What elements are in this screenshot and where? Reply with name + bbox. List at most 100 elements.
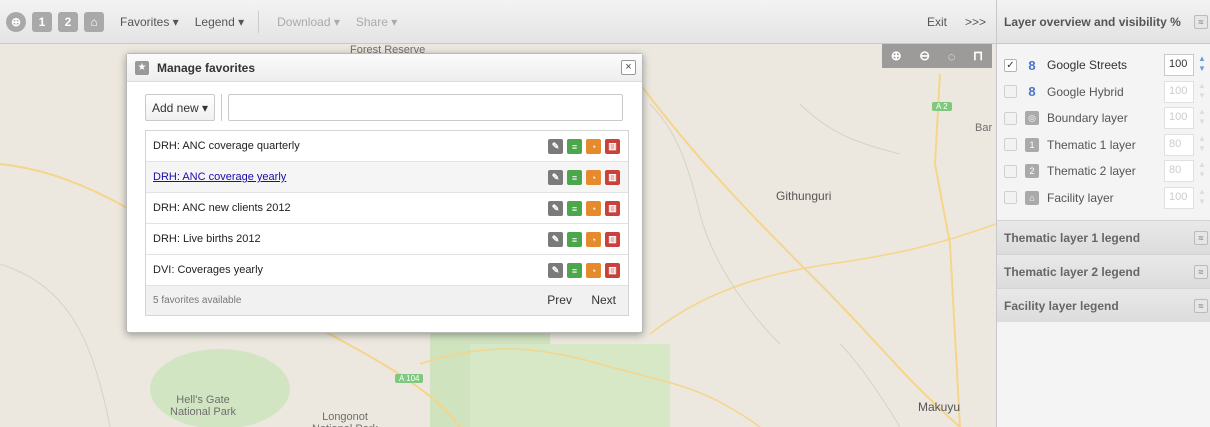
measure-icon[interactable]: ⊓ xyxy=(973,48,983,64)
delete-icon[interactable]: ▥ xyxy=(605,263,620,278)
list-icon[interactable]: ≡ xyxy=(567,139,582,154)
thematic-1-button[interactable]: 1 xyxy=(32,11,52,32)
favorite-actions: ✎ ≡ ◔ ▥ xyxy=(544,170,620,185)
opacity-spinner-icon[interactable]: ▲ ▼ xyxy=(1195,160,1209,182)
thematic-2-button[interactable]: 2 xyxy=(58,11,78,32)
pie-chart-icon[interactable]: ◔ xyxy=(586,232,601,247)
facility-button[interactable]: ⌂ xyxy=(84,11,104,32)
exit-link[interactable]: Exit xyxy=(927,15,947,29)
favorite-row[interactable]: DRH: ANC new clients 2012 ✎ ≡ ◔ ▥ xyxy=(146,193,628,224)
add-favorite-row: Add new ▾ xyxy=(145,94,623,121)
map-label-makuyu: Makuyu xyxy=(918,400,961,414)
edit-icon[interactable]: ✎ xyxy=(548,263,563,278)
opacity-spinner-icon[interactable]: ▲ ▼ xyxy=(1195,54,1209,76)
locate-icon[interactable]: ◌ xyxy=(948,49,956,64)
pie-chart-icon[interactable]: ◔ xyxy=(586,170,601,185)
section-title: Facility layer legend xyxy=(1004,298,1119,313)
opacity-field[interactable]: 80 xyxy=(1164,160,1194,182)
expand-icon[interactable]: ≈ xyxy=(1194,230,1208,245)
expand-icon[interactable]: ≈ xyxy=(1194,264,1208,279)
favorite-name[interactable]: DVI: Coverages yearly xyxy=(153,264,263,276)
section-facility-legend[interactable]: Facility layer legend ≈ xyxy=(997,288,1210,322)
edit-icon[interactable]: ✎ xyxy=(548,139,563,154)
road-badge-a2: A 2 xyxy=(932,102,952,111)
toolbar: ⊕ 1 2 ⌂ Favorites ▾ Legend ▾ Download ▾ … xyxy=(0,0,996,44)
layer-checkbox[interactable] xyxy=(1004,111,1017,125)
share-menu[interactable]: Share ▾ xyxy=(356,15,397,29)
dialog-title: Manage favorites xyxy=(157,60,256,75)
favorite-actions: ✎ ≡ ◔ ▥ xyxy=(544,263,620,278)
favorite-row[interactable]: DRH: Live births 2012 ✎ ≡ ◔ ▥ xyxy=(146,224,628,255)
layer-checkbox[interactable] xyxy=(1004,164,1017,178)
thematic-1-icon: 1 xyxy=(1025,137,1039,152)
favorite-row[interactable]: DVI: Coverages yearly ✎ ≡ ◔ ▥ xyxy=(146,255,628,286)
legend-menu[interactable]: Legend ▾ xyxy=(195,15,244,29)
layer-checkbox[interactable] xyxy=(1004,85,1017,99)
layer-checkbox[interactable] xyxy=(1004,138,1017,152)
opacity-field[interactable]: 100 xyxy=(1164,186,1194,209)
opacity-spinner-icon[interactable]: ▲ ▼ xyxy=(1195,187,1209,209)
layer-panel-header: Layer overview and visibility % ≈ xyxy=(997,0,1210,44)
opacity-spinner-icon[interactable]: ▲ ▼ xyxy=(1195,107,1209,129)
favorite-row[interactable]: DRH: ANC coverage quarterly ✎ ≡ ◔ ▥ xyxy=(146,131,628,162)
layer-row-google-hybrid: 8 Google Hybrid 100 ▲ ▼ xyxy=(997,79,1210,106)
favorite-name[interactable]: DRH: ANC coverage quarterly xyxy=(153,140,300,152)
favorite-row[interactable]: DRH: ANC coverage yearly ✎ ≡ ◔ ▥ xyxy=(146,162,628,193)
delete-icon[interactable]: ▥ xyxy=(605,170,620,185)
section-thematic-1-legend[interactable]: Thematic layer 1 legend ≈ xyxy=(997,220,1210,254)
list-icon[interactable]: ≡ xyxy=(567,170,582,185)
expand-icon[interactable]: ≈ xyxy=(1194,298,1208,313)
zoom-out-icon[interactable]: ⊖ xyxy=(919,48,930,64)
favorites-table: DRH: ANC coverage quarterly ✎ ≡ ◔ ▥ DRH:… xyxy=(145,130,629,316)
close-icon[interactable]: × xyxy=(621,60,636,75)
zoom-in-icon[interactable]: ⊕ xyxy=(891,48,902,64)
edit-icon[interactable]: ✎ xyxy=(548,232,563,247)
layer-name: Google Hybrid xyxy=(1047,84,1124,99)
list-icon[interactable]: ≡ xyxy=(567,263,582,278)
opacity-field[interactable]: 100 xyxy=(1164,107,1194,129)
collapse-icon[interactable]: ≈ xyxy=(1194,14,1208,29)
delete-icon[interactable]: ▥ xyxy=(605,139,620,154)
globe-icon[interactable]: ⊕ xyxy=(6,11,26,32)
favorite-actions: ✎ ≡ ◔ ▥ xyxy=(544,232,620,247)
pie-chart-icon[interactable]: ◔ xyxy=(586,263,601,278)
layer-checkbox[interactable]: ✓ xyxy=(1004,58,1017,72)
download-menu[interactable]: Download ▾ xyxy=(277,15,340,29)
favorite-actions: ✎ ≡ ◔ ▥ xyxy=(544,139,620,154)
favorite-name[interactable]: DRH: ANC coverage yearly xyxy=(153,171,286,183)
manage-favorites-dialog: ★ Manage favorites × Add new ▾ DRH: ANC … xyxy=(126,53,643,333)
expand-panel-link[interactable]: >>> xyxy=(965,15,986,29)
section-title: Thematic layer 1 legend xyxy=(1004,230,1141,245)
add-new-button[interactable]: Add new ▾ xyxy=(145,94,215,121)
list-icon[interactable]: ≡ xyxy=(567,201,582,216)
layer-checkbox[interactable] xyxy=(1004,191,1017,205)
boundary-icon: ◎ xyxy=(1025,111,1039,126)
next-button[interactable]: Next xyxy=(591,293,616,307)
edit-icon[interactable]: ✎ xyxy=(548,170,563,185)
toolbar-divider xyxy=(258,10,260,33)
google-icon: 8 xyxy=(1028,84,1036,100)
layer-name: Google Streets xyxy=(1047,58,1128,73)
favorite-name-input[interactable] xyxy=(228,94,623,121)
opacity-field[interactable]: 100 xyxy=(1164,80,1194,103)
layer-row-google-streets: ✓ 8 Google Streets 100 ▲ ▼ xyxy=(997,52,1210,79)
opacity-spinner-icon[interactable]: ▲ ▼ xyxy=(1195,134,1209,156)
prev-button[interactable]: Prev xyxy=(547,293,572,307)
delete-icon[interactable]: ▥ xyxy=(605,232,620,247)
pie-chart-icon[interactable]: ◔ xyxy=(586,201,601,216)
section-thematic-2-legend[interactable]: Thematic layer 2 legend ≈ xyxy=(997,254,1210,288)
favorite-name[interactable]: DRH: Live births 2012 xyxy=(153,233,261,245)
map-label-githunguri: Githunguri xyxy=(776,189,832,203)
star-icon: ★ xyxy=(135,60,149,75)
opacity-field[interactable]: 80 xyxy=(1164,133,1194,156)
layer-row-thematic-1: 1 Thematic 1 layer 80 ▲ ▼ xyxy=(997,132,1210,159)
opacity-spinner-icon[interactable]: ▲ ▼ xyxy=(1195,81,1209,103)
opacity-field[interactable]: 100 xyxy=(1164,54,1194,76)
favorites-menu[interactable]: Favorites ▾ xyxy=(120,15,179,29)
list-icon[interactable]: ≡ xyxy=(567,232,582,247)
delete-icon[interactable]: ▥ xyxy=(605,201,620,216)
layer-panel: Layer overview and visibility % ≈ ✓ 8 Go… xyxy=(996,0,1210,427)
pie-chart-icon[interactable]: ◔ xyxy=(586,139,601,154)
favorite-name[interactable]: DRH: ANC new clients 2012 xyxy=(153,202,291,214)
edit-icon[interactable]: ✎ xyxy=(548,201,563,216)
